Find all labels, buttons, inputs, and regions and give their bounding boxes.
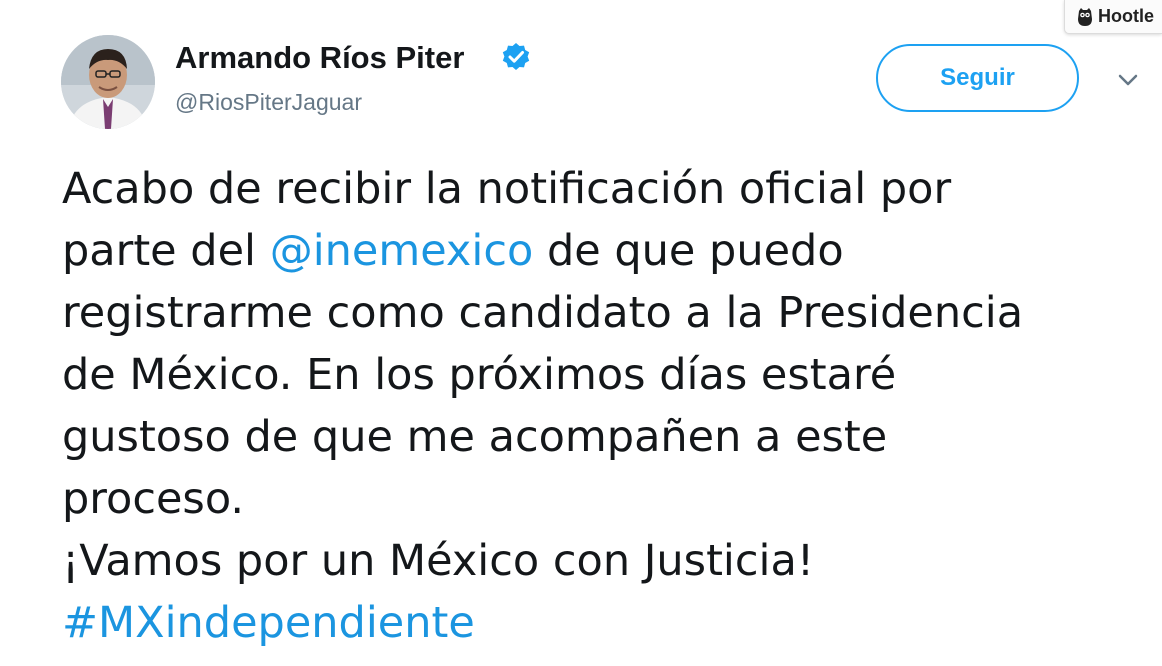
mention-link[interactable]: @inemexico [270,226,534,276]
avatar[interactable] [61,35,155,129]
tweet-line-2: parte del @inemexico de que puedo [62,220,1147,282]
tweet-line-7: ¡Vamos por un México con Justicia! [62,536,815,586]
tweet-line-2-end: de que puedo [533,226,844,276]
hootlet-tab[interactable]: Hootle [1064,0,1162,34]
tweet-line-6: proceso. [62,474,245,524]
hashtag-line: #MXindependiente [62,592,1147,654]
tweet-line-3: registrarme como candidato a la Presiden… [62,288,1024,338]
hashtag-link[interactable]: #MXindependiente [62,598,475,648]
tweet-text: Acabo de recibir la notificación oficial… [62,158,1147,654]
tweet-line-5: gustoso de que me acompañen a este [62,412,888,462]
verified-badge-icon [502,43,530,70]
avatar-photo [61,35,155,129]
tweet-line-2-start: parte del [62,226,270,276]
tweet-line-1: Acabo de recibir la notificación oficial… [62,164,952,214]
user-handle[interactable]: @RiosPiterJaguar [175,89,362,116]
follow-button[interactable]: Seguir [876,44,1079,112]
user-display-name[interactable]: Armando Ríos Piter [175,40,464,76]
chevron-down-icon[interactable] [1115,70,1141,90]
hootlet-label: Hootle [1098,6,1154,26]
hootsuite-owl-icon [1078,7,1092,26]
tweet-line-4: de México. En los próximos días estaré [62,350,897,400]
